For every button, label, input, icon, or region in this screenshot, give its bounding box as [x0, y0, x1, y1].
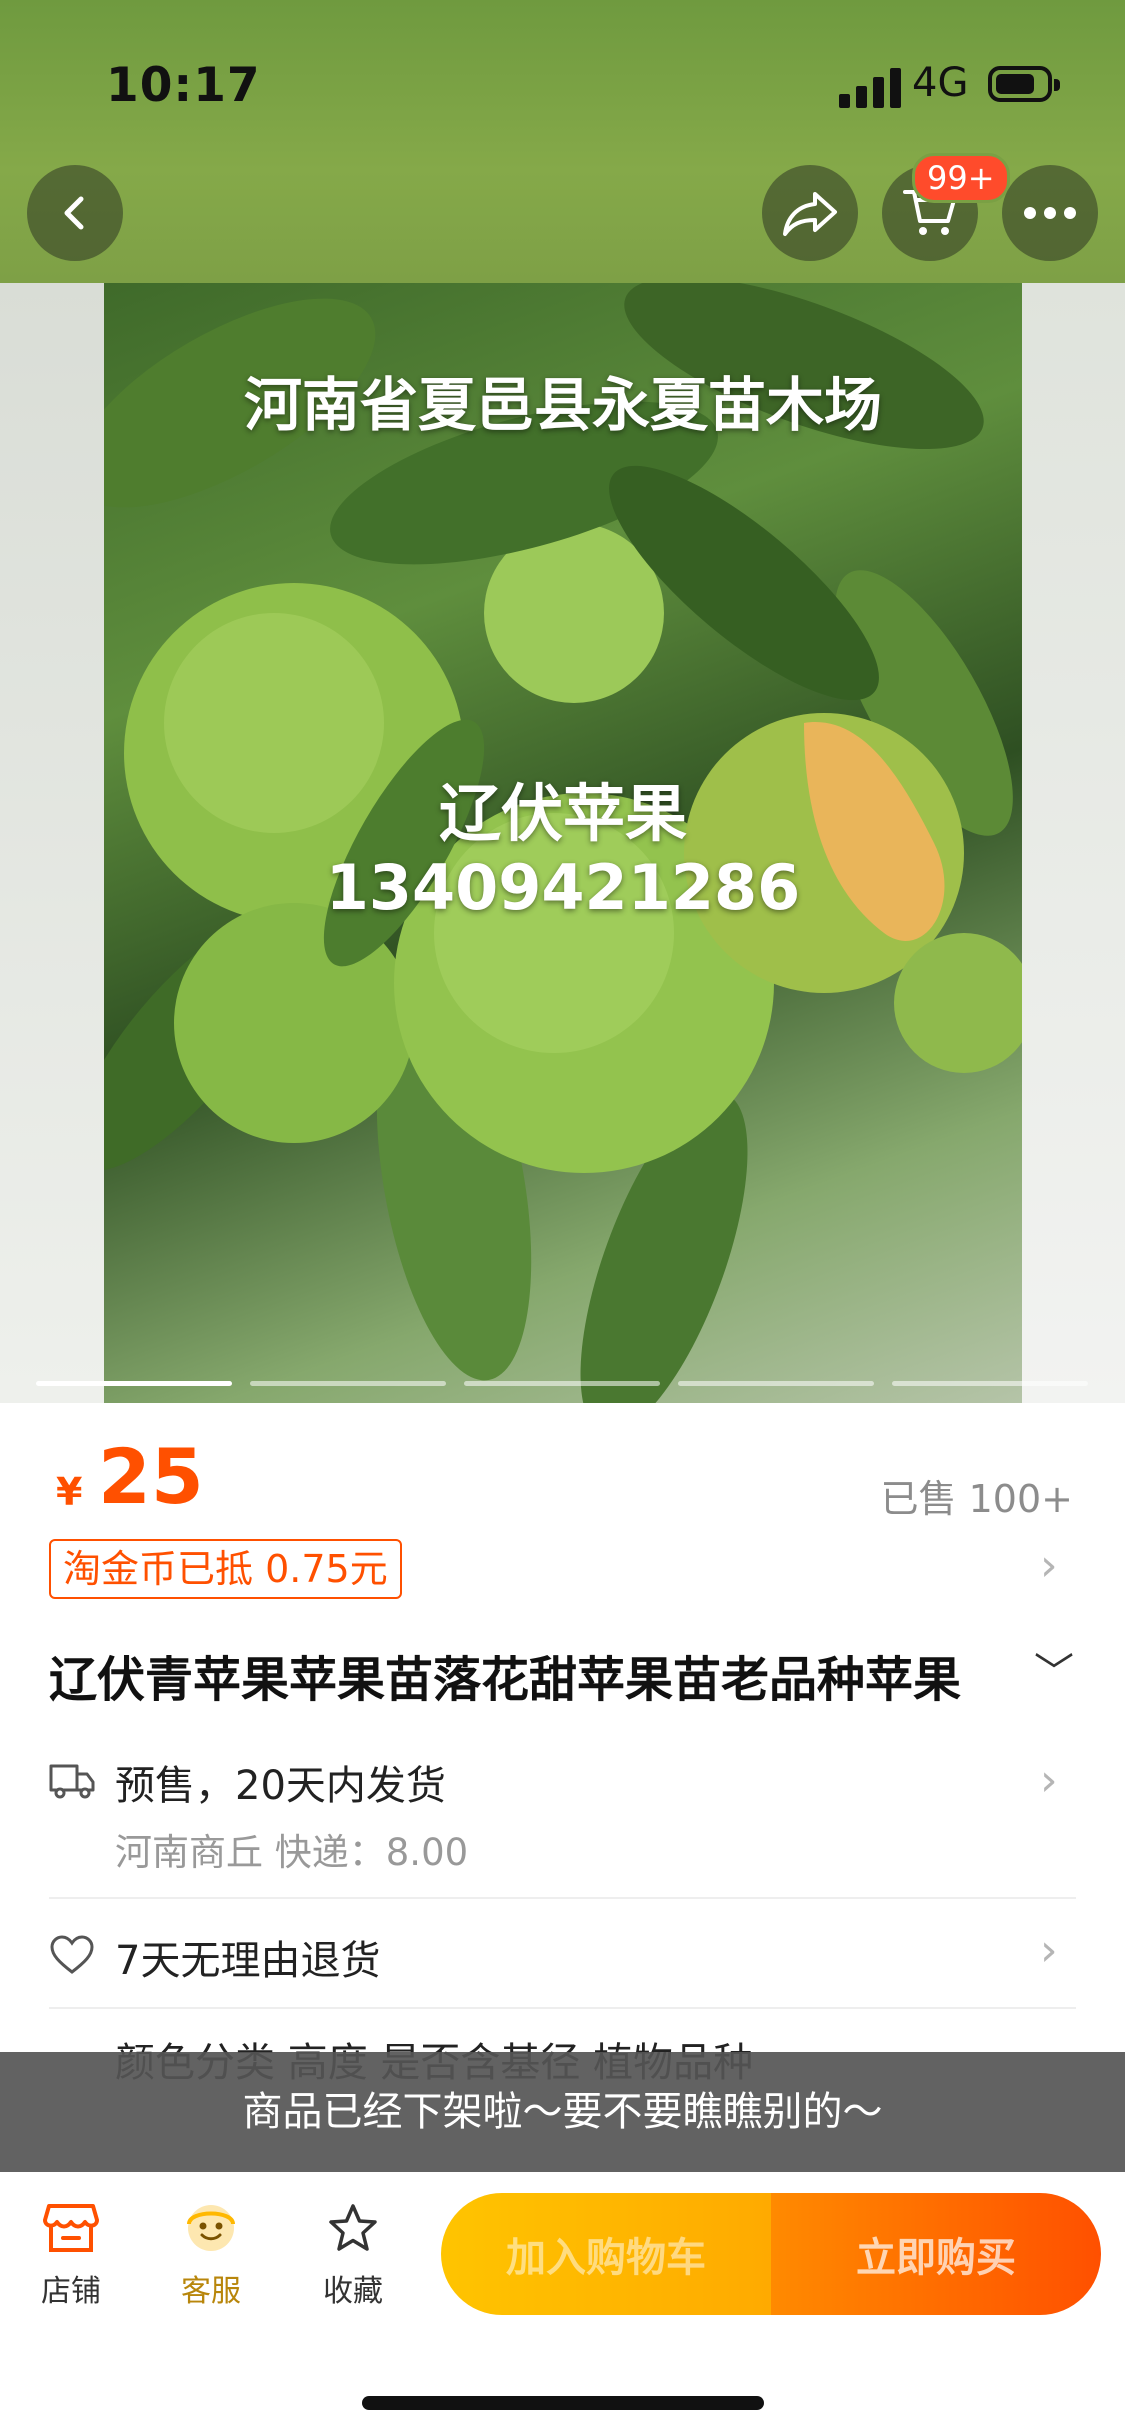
coin-discount-tag[interactable]: 淘金币已抵 0.75元 — [49, 1539, 402, 1599]
image-watermark-phone: 13409421286 — [325, 851, 801, 924]
carousel-dot-2 — [250, 1381, 446, 1386]
carousel-dot-5 — [892, 1381, 1088, 1386]
return-chevron-icon[interactable]: › — [1040, 1925, 1058, 1976]
image-watermark-title: 河南省夏邑县永夏苗木场 — [243, 371, 882, 439]
shipping-chevron-icon[interactable]: › — [1040, 1755, 1058, 1806]
cart-badge: 99+ — [912, 153, 1010, 203]
customer-service-tab[interactable]: 客服 — [156, 2202, 266, 2310]
signal-icon — [839, 66, 901, 108]
more-icon — [1024, 207, 1076, 219]
sold-count: 已售 100+ — [880, 1477, 1073, 1521]
price-currency: ¥ — [56, 1470, 83, 1514]
carousel-indicator — [36, 1381, 1096, 1387]
chevron-down-icon[interactable]: ﹀ — [1034, 1640, 1074, 1698]
heart-icon — [50, 1935, 94, 1974]
image-watermark-name: 辽伏苹果 — [438, 777, 687, 850]
image-backdrop-right — [1022, 283, 1125, 1403]
shop-icon — [43, 2204, 99, 2252]
divider — [49, 2007, 1076, 2009]
customer-service-icon — [187, 2205, 235, 2251]
more-button[interactable] — [1002, 165, 1098, 261]
delisted-toast: 商品已经下架啦～要不要瞧瞧别的～ — [0, 2052, 1125, 2172]
back-button[interactable] — [27, 165, 123, 261]
share-button[interactable] — [762, 165, 858, 261]
divider — [49, 1897, 1076, 1899]
chevron-left-icon — [64, 196, 84, 230]
share-icon — [783, 192, 837, 236]
battery-icon — [988, 66, 1060, 102]
shop-tab[interactable]: 店铺 — [16, 2202, 126, 2310]
product-title: 辽伏青苹果苹果苗落花甜苹果苗老品种苹果 — [49, 1652, 962, 1708]
chevron-right-icon[interactable]: › — [1040, 1540, 1058, 1591]
add-to-cart-button[interactable]: 加入购物车 — [441, 2193, 771, 2315]
shipping-origin-fee: 河南商丘 快递：8.00 — [115, 1831, 469, 1874]
buy-now-button[interactable]: 立即购买 — [771, 2193, 1101, 2315]
shipping-info[interactable]: 预售，20天内发货 — [115, 1753, 446, 1811]
shop-label: 店铺 — [41, 2274, 101, 2309]
carousel-dot-1 — [36, 1381, 232, 1386]
star-icon — [329, 2204, 377, 2251]
carousel-dot-3 — [464, 1381, 660, 1386]
truck-icon — [49, 1764, 95, 1799]
favorite-label: 收藏 — [323, 2274, 383, 2309]
product-image[interactable]: 河南省夏邑县永夏苗木场 辽伏苹果 13409421286 — [104, 283, 1022, 1403]
price-value: 25 — [98, 1432, 204, 1521]
return-policy[interactable]: 7天无理由退货 — [115, 1928, 380, 1986]
carousel-dot-4 — [678, 1381, 874, 1386]
customer-service-label: 客服 — [181, 2274, 241, 2309]
status-time: 10:17 — [106, 58, 261, 113]
status-bar: 10:17 4G — [0, 0, 1125, 170]
home-indicator[interactable] — [362, 2396, 764, 2410]
favorite-tab[interactable]: 收藏 — [298, 2202, 408, 2310]
network-type: 4G — [912, 60, 969, 106]
image-backdrop-left — [0, 283, 104, 1403]
